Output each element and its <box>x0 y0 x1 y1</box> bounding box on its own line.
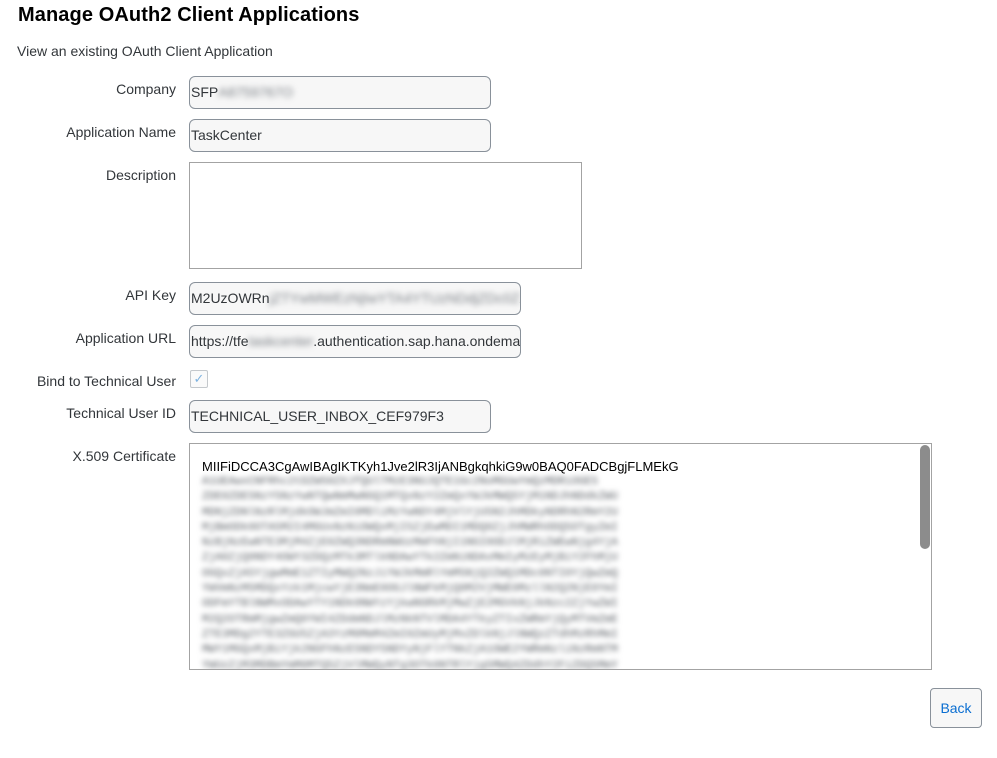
technical-user-id-label: Technical User ID <box>66 405 176 421</box>
company-redacted-value: A8759767O <box>218 84 293 100</box>
company-value: SFP <box>191 84 219 100</box>
application-url-prefix: https://tfe <box>191 333 249 349</box>
api-key-value: M2UzOWRn <box>191 290 270 306</box>
api-key-field[interactable]: M2UzOWRnjZTYwMWEzNjIwYTA4YTUzNDdjZDc0ZA <box>189 282 521 315</box>
certificate-first-line: MIIFiDCCA3CgAwIBAgIKTKyh1Jve2lR3IjANBgkq… <box>202 459 679 474</box>
technical-user-id-field[interactable]: TECHNICAL_USER_INBOX_CEF979F3 <box>189 400 491 433</box>
application-name-label: Application Name <box>66 124 176 140</box>
certificate-scrollbar-thumb[interactable] <box>920 445 930 549</box>
certificate-textarea[interactable]: MIIFiDCCA3CgAwIBAgIKTKyh1Jve2lR3IjANBgkq… <box>189 443 932 670</box>
oauth-client-view-page: Manage OAuth2 Client Applications View a… <box>0 0 997 758</box>
description-label: Description <box>105 167 176 183</box>
bind-technical-user-checkbox[interactable]: ✓ <box>190 370 208 388</box>
back-button[interactable]: Back <box>930 688 982 728</box>
company-field[interactable]: SFPA8759767O <box>189 76 491 109</box>
application-url-field[interactable]: https://tfetaskcenter.authentication.sap… <box>189 325 521 358</box>
checkmark-icon: ✓ <box>193 371 205 386</box>
application-url-suffix: .authentication.sap.hana.ondema <box>313 333 521 349</box>
api-key-label: API Key <box>125 287 176 303</box>
company-label: Company <box>116 81 176 97</box>
application-name-field[interactable]: TaskCenter <box>189 119 491 152</box>
application-url-redacted: taskcenter <box>248 333 314 349</box>
certificate-label: X.509 Certificate <box>72 448 177 464</box>
api-key-redacted-value: jZTYwMWEzNjIwYTA4YTUzNDdjZDc0Z <box>269 290 520 306</box>
application-url-label: Application URL <box>75 330 176 346</box>
page-title: Manage OAuth2 Client Applications <box>18 4 360 26</box>
certificate-redacted-text: A1UEAwxCNFRhc2tDZW50ZXJfQUlTMzE3NUJQTE1G… <box>202 476 618 670</box>
page-subtitle: View an existing OAuth Client Applicatio… <box>17 43 273 59</box>
bind-technical-user-label: Bind to Technical User <box>36 373 176 389</box>
description-textarea[interactable] <box>189 162 582 269</box>
